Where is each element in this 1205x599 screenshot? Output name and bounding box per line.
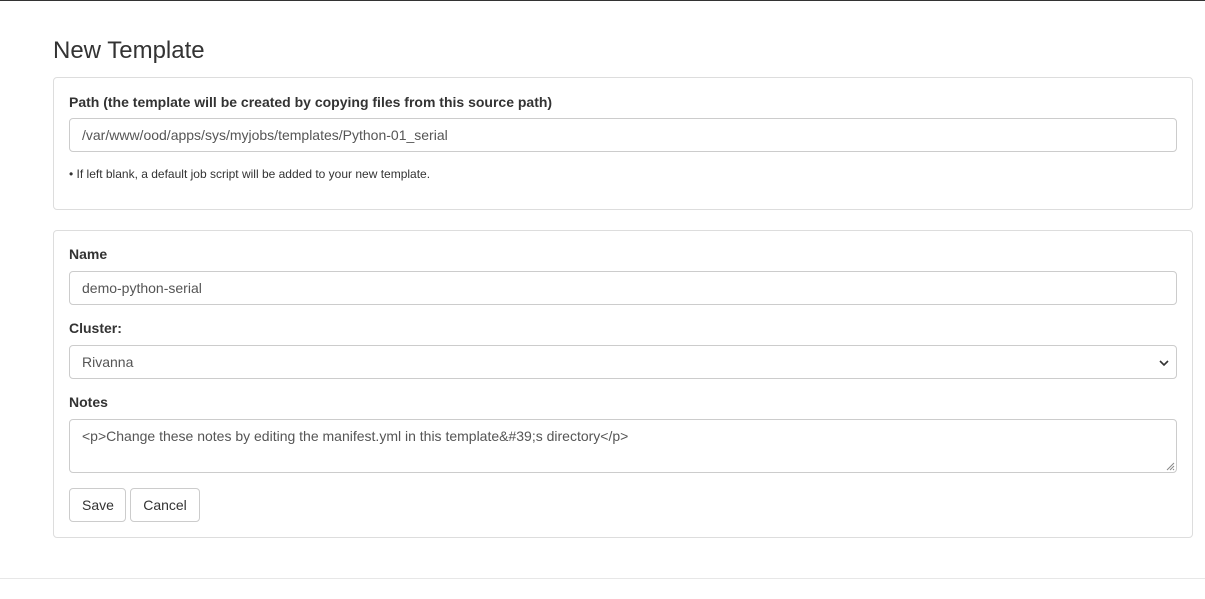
- cluster-label: Cluster:: [69, 320, 122, 336]
- footer-divider: [0, 578, 1205, 579]
- chevron-down-icon: [1159, 360, 1169, 367]
- source-path-panel: Path (the template will be created by co…: [53, 77, 1193, 210]
- path-label: Path (the template will be created by co…: [69, 94, 553, 110]
- cancel-button[interactable]: Cancel: [130, 488, 200, 522]
- name-input[interactable]: demo-python-serial: [69, 271, 1177, 305]
- notes-textarea[interactable]: <p>Change these notes by editing the man…: [69, 419, 1177, 473]
- name-label: Name: [69, 246, 108, 262]
- page-title: New Template: [53, 37, 205, 64]
- save-button[interactable]: Save: [69, 488, 126, 522]
- top-divider: [0, 0, 1205, 1]
- cluster-select-value: Rivanna: [82, 354, 134, 370]
- path-help-text: • If left blank, a default job script wi…: [69, 167, 431, 181]
- cluster-select[interactable]: Rivanna: [69, 345, 1177, 379]
- notes-label: Notes: [69, 394, 108, 410]
- resize-grip-icon[interactable]: [1165, 461, 1175, 471]
- notes-textarea-value: <p>Change these notes by editing the man…: [82, 428, 629, 444]
- path-input[interactable]: /var/www/ood/apps/sys/myjobs/templates/P…: [69, 118, 1177, 152]
- template-details-panel: Name demo-python-serial Cluster: Rivanna…: [53, 230, 1193, 538]
